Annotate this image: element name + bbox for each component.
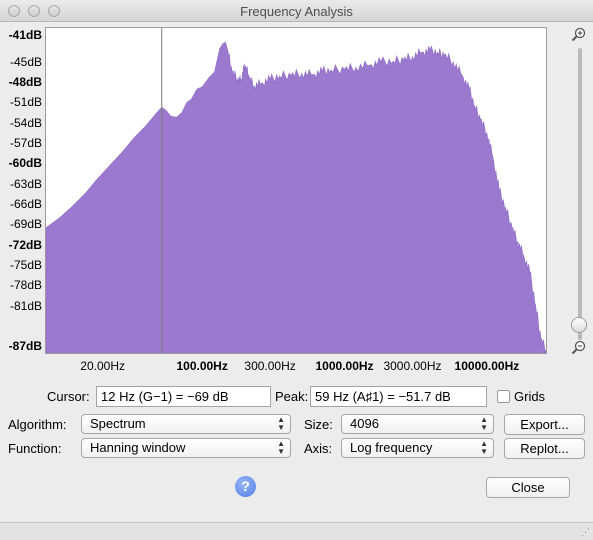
algorithm-select[interactable]: Spectrum ▲ ▼ [81, 414, 291, 434]
cursor-label: Cursor: [47, 389, 90, 404]
peak-field[interactable]: 59 Hz (A♯1) = −51.7 dB [310, 386, 487, 407]
y-tick-label: -57dB [9, 136, 42, 151]
x-tick-label: 100.00Hz [176, 359, 228, 373]
zoom-in-icon[interactable] [571, 27, 586, 42]
x-tick-label: 10000.00Hz [454, 359, 520, 373]
y-tick-label: -69dB [9, 217, 42, 232]
size-value: 4096 [350, 416, 379, 431]
y-tick-label: -45dB [9, 54, 42, 69]
x-tick-label: 20.00Hz [80, 359, 125, 373]
help-icon[interactable]: ? [235, 476, 256, 497]
popup-arrows-icon: ▲ ▼ [480, 439, 488, 456]
resize-grip-icon[interactable]: ⋰ [581, 527, 590, 538]
spectrum-svg[interactable] [46, 28, 546, 353]
popup-arrows-icon: ▲ ▼ [480, 415, 488, 432]
zoom-out-icon[interactable] [571, 340, 586, 355]
size-select[interactable]: 4096 ▲ ▼ [341, 414, 494, 434]
zoom-slider-track[interactable] [578, 48, 582, 340]
replot-button[interactable]: Replot... [504, 438, 585, 459]
axis-select[interactable]: Log frequency ▲ ▼ [341, 438, 494, 458]
function-select[interactable]: Hanning window ▲ ▼ [81, 438, 291, 458]
algorithm-value: Spectrum [90, 416, 146, 431]
function-value: Hanning window [90, 440, 186, 455]
popup-arrows-icon: ▲ ▼ [277, 439, 285, 456]
y-tick-label: -72dB [8, 237, 42, 252]
close-button[interactable]: Close [486, 477, 570, 498]
y-tick-label: -75dB [9, 257, 42, 272]
size-label: Size: [304, 417, 333, 432]
y-tick-label: -78dB [9, 278, 42, 293]
y-tick-label: -87dB [8, 339, 42, 354]
y-tick-label: -60dB [8, 156, 42, 171]
axis-value: Log frequency [350, 440, 433, 455]
spectrum-plot[interactable] [45, 27, 547, 354]
function-label: Function: [8, 441, 62, 456]
y-tick-label: -41dB [8, 27, 42, 42]
y-tick-label: -48dB [8, 75, 42, 90]
y-tick-label: -54dB [9, 115, 42, 130]
window-title: Frequency Analysis [240, 4, 353, 19]
y-tick-label: -81dB [9, 298, 42, 313]
algorithm-label: Algorithm: [8, 417, 67, 432]
peak-label: Peak: [275, 389, 309, 404]
export-button[interactable]: Export... [504, 414, 585, 435]
grids-checkbox[interactable] [497, 390, 510, 403]
spectrum-area [46, 41, 546, 353]
y-tick-label: -66dB [9, 197, 42, 212]
title-bar: Frequency Analysis [0, 0, 593, 22]
x-tick-label: 3000.00Hz [383, 359, 442, 373]
x-tick-label: 1000.00Hz [315, 359, 374, 373]
popup-arrows-icon: ▲ ▼ [277, 415, 285, 432]
zoom-slider-thumb[interactable] [571, 317, 587, 333]
x-tick-label: 300.00Hz [244, 359, 296, 373]
y-tick-label: -63dB [9, 176, 42, 191]
grids-label: Grids [514, 389, 546, 404]
axis-label: Axis: [304, 441, 333, 456]
status-bar [0, 522, 593, 540]
cursor-field[interactable]: 12 Hz (G−1) = −69 dB [96, 386, 271, 407]
y-tick-label: -51dB [9, 95, 42, 110]
